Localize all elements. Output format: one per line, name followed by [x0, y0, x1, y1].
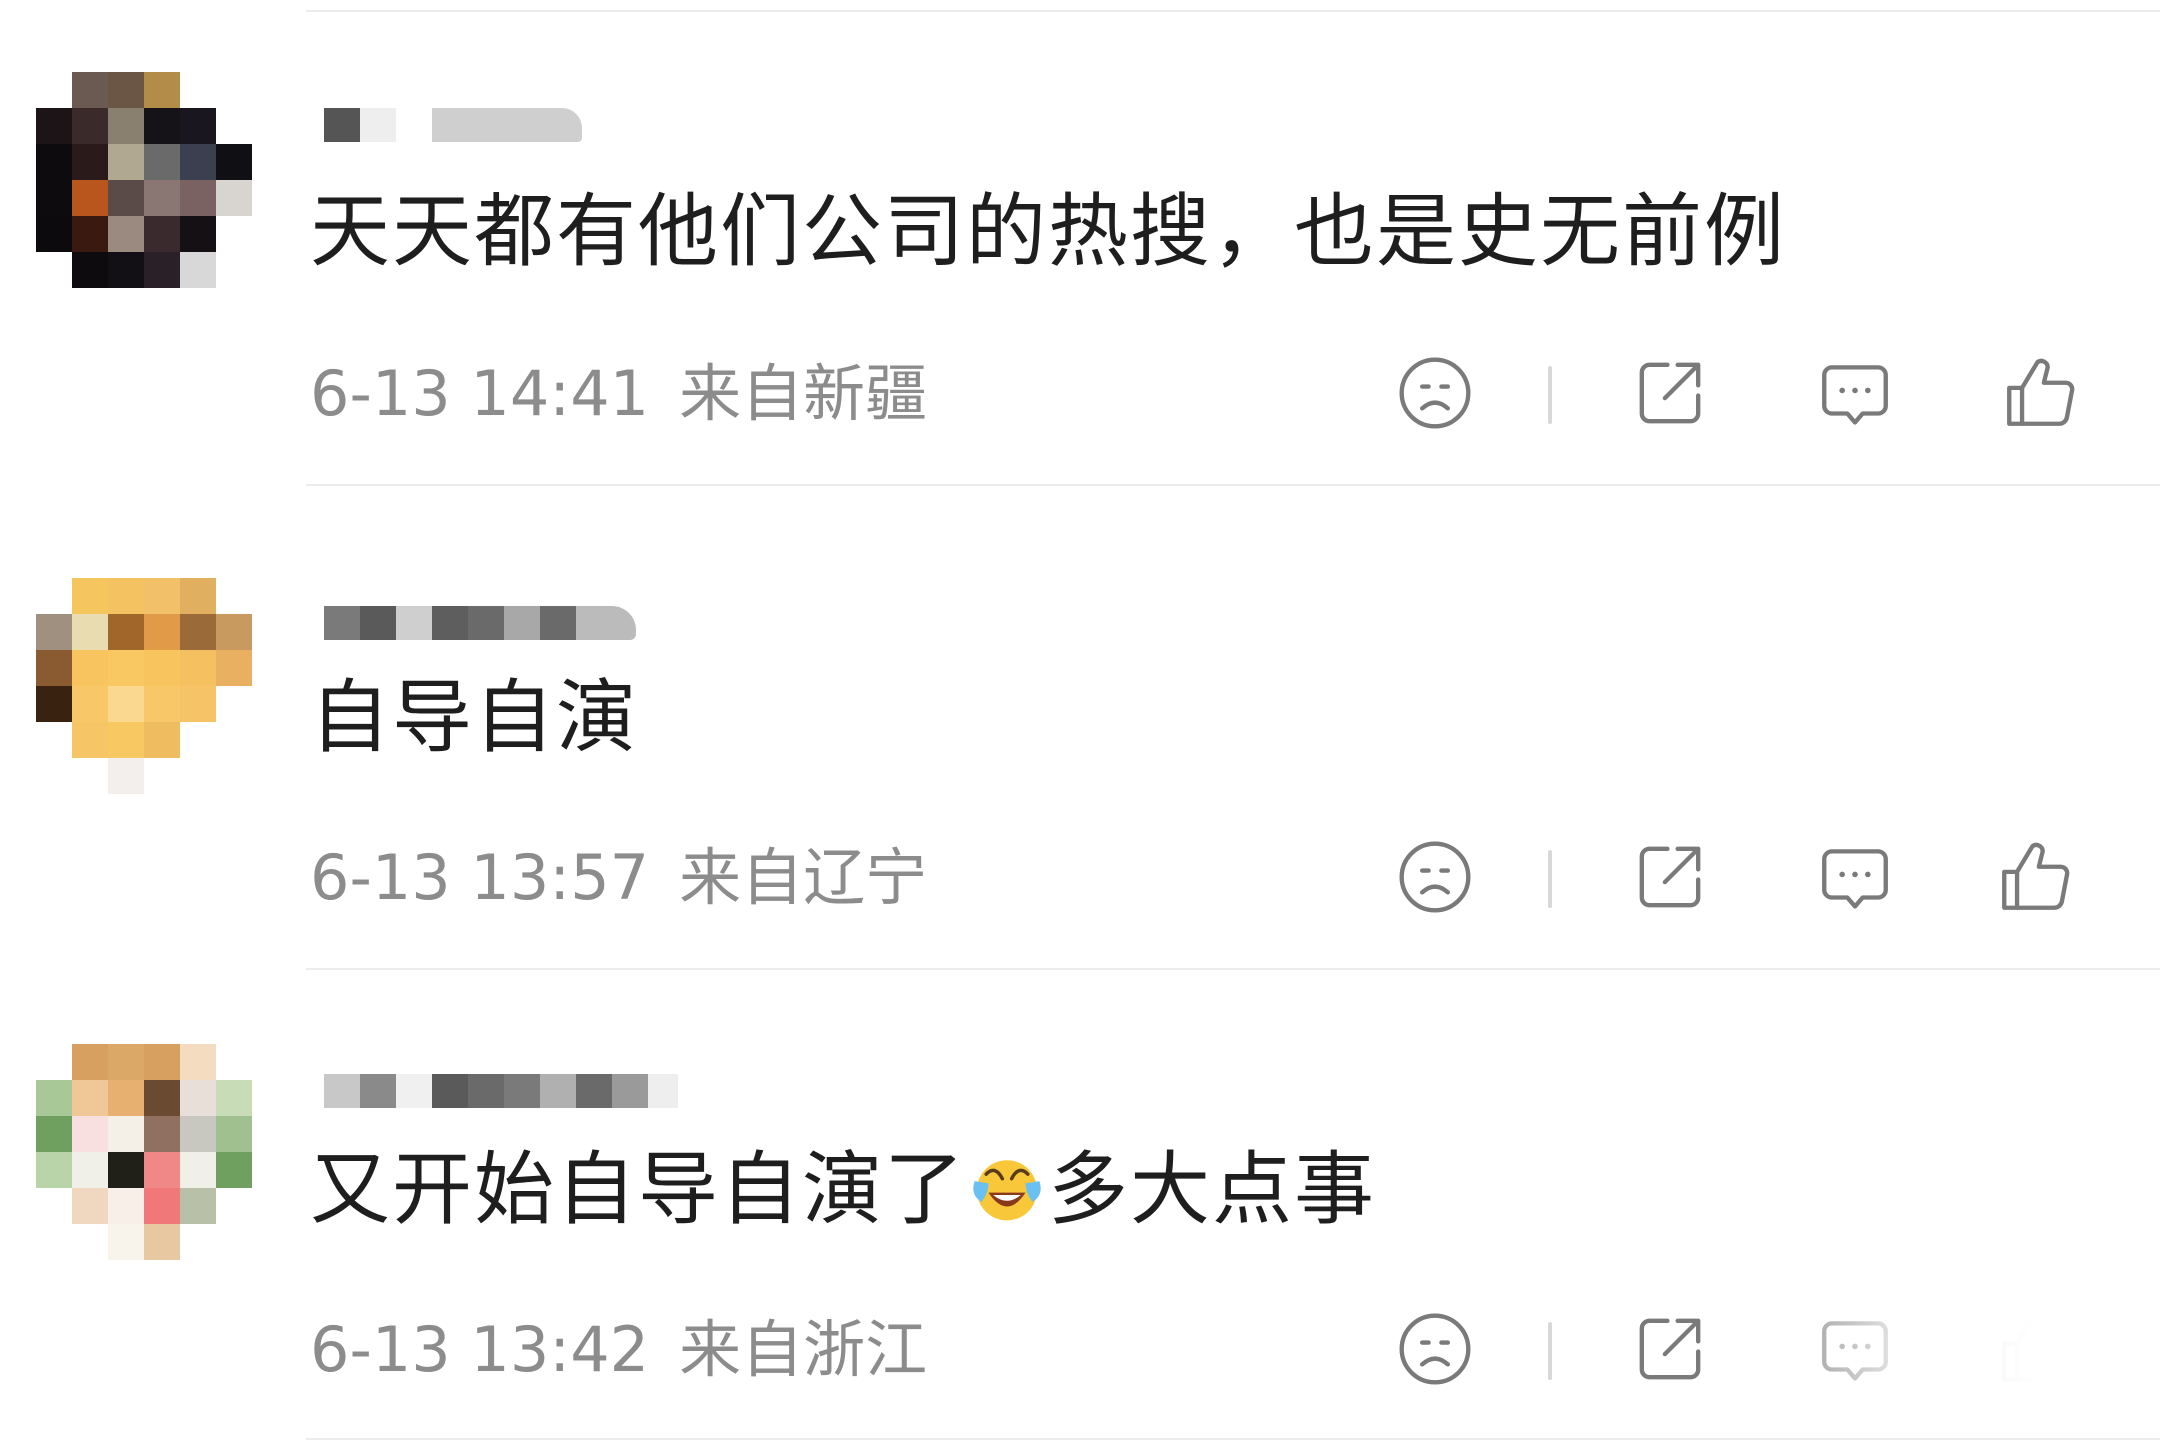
like-button[interactable] [1995, 348, 2085, 438]
share-button[interactable] [1625, 1304, 1715, 1394]
comment-text: 自导自演 [310, 671, 638, 764]
avatar[interactable] [36, 578, 252, 794]
comment-bubble-icon [1822, 849, 1888, 909]
comment-text: 又开始自导自演了 多大点事 [310, 1140, 1376, 1240]
comment-actions [1390, 832, 2090, 922]
comment-time: 6-13 13:42 [310, 1313, 650, 1386]
comment-time: 6-13 14:41 [310, 357, 650, 430]
share-icon [1639, 1318, 1701, 1380]
avatar[interactable] [36, 1044, 252, 1260]
comment-divider [306, 968, 2160, 970]
sad-face-icon [1399, 357, 1471, 429]
username-blurred[interactable] [324, 1048, 678, 1108]
sad-face-icon [1399, 1313, 1471, 1385]
share-icon [1639, 846, 1701, 908]
comment-actions [1390, 348, 2090, 438]
action-separator [1548, 366, 1552, 424]
comment-time: 6-13 13:57 [310, 841, 650, 914]
comment-location: 来自辽宁 [679, 841, 928, 914]
avatar[interactable] [36, 72, 252, 288]
dislike-button[interactable] [1390, 348, 1480, 438]
comment-meta: 6-13 14:41 来自新疆 [310, 354, 927, 434]
thumbs-up-icon [2007, 358, 2075, 426]
dislike-button[interactable] [1390, 832, 1480, 922]
comment-meta: 6-13 13:57 来自辽宁 [310, 838, 927, 918]
sad-face-icon [1399, 841, 1471, 913]
share-icon [1639, 362, 1701, 424]
action-separator [1548, 850, 1552, 908]
share-button[interactable] [1625, 832, 1715, 922]
top-divider [306, 10, 2160, 12]
like-button[interactable] [1990, 832, 2080, 922]
reply-button[interactable] [1810, 832, 1900, 922]
share-button[interactable] [1625, 348, 1715, 438]
dislike-button[interactable] [1390, 1304, 1480, 1394]
comment-location: 来自浙江 [679, 1313, 928, 1386]
username-blurred[interactable] [324, 580, 636, 640]
action-separator [1548, 1322, 1552, 1380]
username-blurred[interactable] [324, 82, 582, 142]
comment-meta: 6-13 13:42 来自浙江 [310, 1310, 927, 1390]
thumbs-up-icon [2002, 842, 2070, 910]
bottom-right-fade [1740, 1310, 2160, 1442]
comment-divider [306, 1438, 2160, 1440]
reply-button[interactable] [1810, 348, 1900, 438]
laughing-crying-emoji-icon [973, 1160, 1041, 1221]
comment-location: 来自新疆 [679, 357, 928, 430]
comment-text: 天天都有他们公司的热搜，也是史无前例 [310, 185, 1786, 278]
comment-text-after: 多大点事 [1048, 1143, 1376, 1236]
comment-text-before: 又开始自导自演了 [310, 1143, 966, 1236]
comment-divider [306, 484, 2160, 486]
comment-bubble-icon [1822, 365, 1888, 425]
